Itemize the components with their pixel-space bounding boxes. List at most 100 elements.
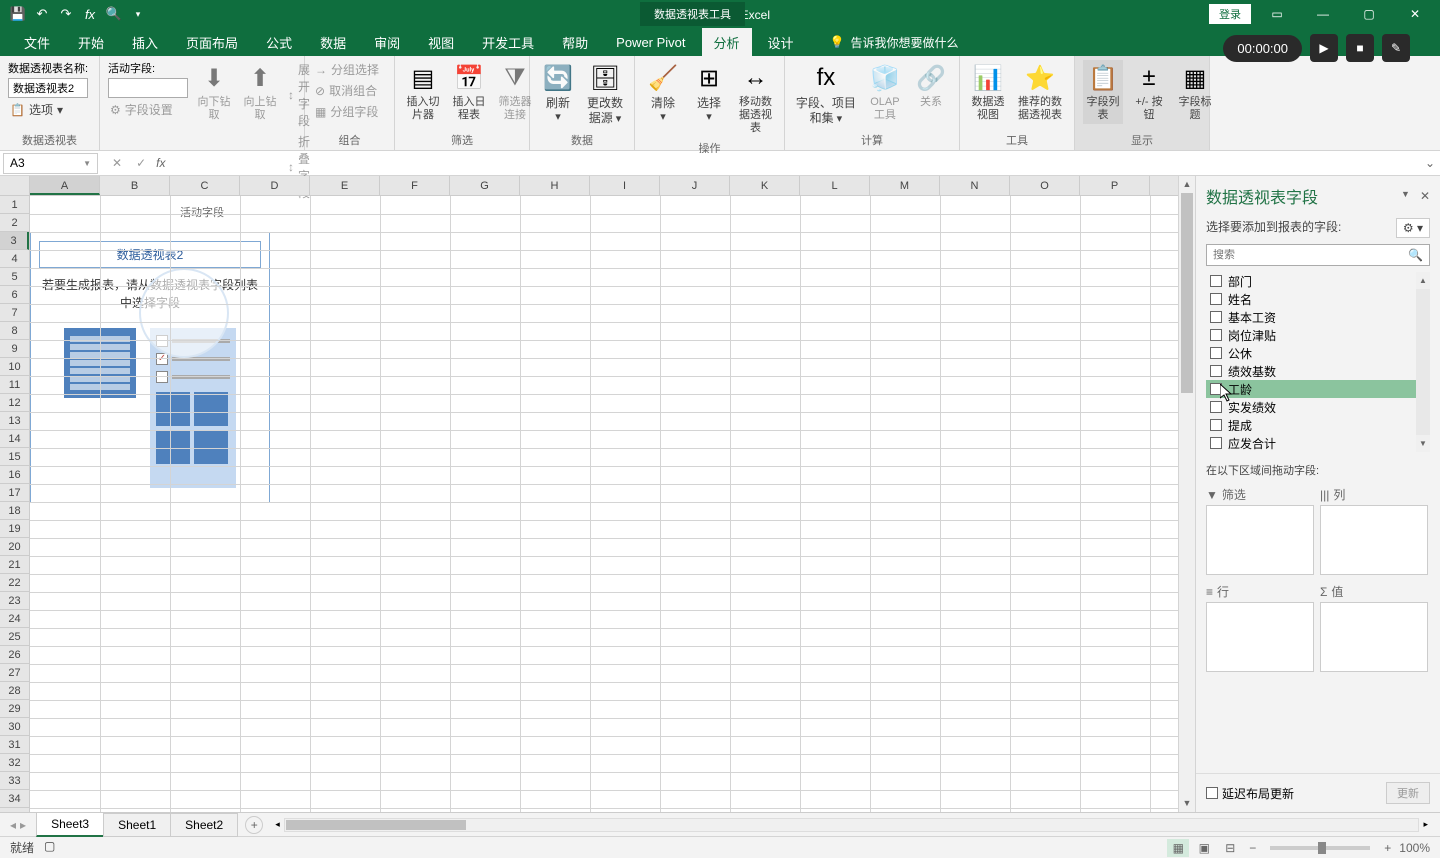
confirm-icon[interactable]: ✓ — [132, 156, 150, 170]
tab-review[interactable]: 审阅 — [362, 27, 412, 58]
col-header-C[interactable]: C — [170, 176, 240, 195]
pivotchart-button[interactable]: 📊数据透视图 — [968, 60, 1008, 124]
horizontal-scrollbar[interactable]: ◂ ▸ — [263, 818, 1440, 832]
name-box[interactable]: A3▼ — [3, 153, 98, 174]
tab-page-layout[interactable]: 页面布局 — [174, 27, 250, 58]
row-header-26[interactable]: 26 — [0, 646, 29, 664]
sheet-tab-2[interactable]: Sheet2 — [170, 813, 238, 837]
tab-view[interactable]: 视图 — [416, 27, 466, 58]
normal-view-icon[interactable]: ▦ — [1167, 839, 1189, 857]
select-all-corner[interactable] — [0, 176, 30, 195]
drilldown-button[interactable]: ⬇向下钻取 — [194, 60, 234, 124]
field-item-7[interactable]: 实发绩效 — [1206, 398, 1430, 416]
col-header-L[interactable]: L — [800, 176, 870, 195]
zoom-level[interactable]: 100% — [1399, 841, 1430, 855]
field-item-0[interactable]: 部门 — [1206, 272, 1430, 290]
scroll-up-icon[interactable]: ▲ — [1179, 176, 1195, 193]
row-header-31[interactable]: 31 — [0, 736, 29, 754]
row-header-6[interactable]: 6 — [0, 286, 29, 304]
preview-icon[interactable]: 🔍 — [106, 6, 122, 22]
defer-update-checkbox[interactable]: 延迟布局更新 — [1206, 785, 1294, 802]
group-field-button[interactable]: ▦分组字段 — [313, 102, 381, 121]
refresh-button[interactable]: 🔄刷新▾ — [538, 60, 578, 126]
clear-button[interactable]: 🧹清除▾ — [643, 60, 683, 126]
row-header-18[interactable]: 18 — [0, 502, 29, 520]
field-item-5[interactable]: 绩效基数 — [1206, 362, 1430, 380]
col-header-M[interactable]: M — [870, 176, 940, 195]
fx-icon[interactable]: fx — [82, 6, 98, 22]
row-header-10[interactable]: 10 — [0, 358, 29, 376]
tab-analyze[interactable]: 分析 — [702, 27, 752, 58]
row-header-19[interactable]: 19 — [0, 520, 29, 538]
drillup-button[interactable]: ⬆向上钻取 — [240, 60, 280, 124]
row-header-30[interactable]: 30 — [0, 718, 29, 736]
tab-design[interactable]: 设计 — [756, 27, 806, 58]
row-header-21[interactable]: 21 — [0, 556, 29, 574]
maximize-icon[interactable]: ▢ — [1349, 0, 1389, 28]
scroll-down-icon[interactable]: ▼ — [1179, 795, 1195, 812]
play-button[interactable]: ▶ — [1310, 34, 1338, 62]
row-header-25[interactable]: 25 — [0, 628, 29, 646]
field-item-3[interactable]: 岗位津贴 — [1206, 326, 1430, 344]
col-header-P[interactable]: P — [1080, 176, 1150, 195]
search-input[interactable] — [1213, 249, 1408, 261]
row-header-32[interactable]: 32 — [0, 754, 29, 772]
formula-expand-icon[interactable]: ⌄ — [1420, 156, 1440, 170]
field-item-6[interactable]: 工龄▼ — [1206, 380, 1430, 398]
ungroup-button[interactable]: ⊘取消组合 — [313, 81, 381, 100]
fieldlist-button[interactable]: 📋字段列表 — [1083, 60, 1123, 124]
calc-fields-button[interactable]: fx字段、项目和集 ▾ — [793, 60, 859, 128]
cancel-icon[interactable]: ✕ — [108, 156, 126, 170]
tab-home[interactable]: 开始 — [66, 27, 116, 58]
col-header-F[interactable]: F — [380, 176, 450, 195]
checkbox-icon[interactable] — [1210, 275, 1222, 287]
redo-icon[interactable]: ↷ — [58, 6, 74, 22]
field-search[interactable]: 🔍 — [1206, 244, 1430, 266]
relation-button[interactable]: 🔗关系 — [911, 60, 951, 111]
row-header-5[interactable]: 5 — [0, 268, 29, 286]
row-header-9[interactable]: 9 — [0, 340, 29, 358]
headers-button[interactable]: ▦字段标题 — [1175, 60, 1215, 124]
row-zone[interactable]: ≡行 — [1206, 581, 1314, 672]
pivot-name-input[interactable] — [8, 78, 88, 98]
tab-insert[interactable]: 插入 — [120, 27, 170, 58]
col-header-O[interactable]: O — [1010, 176, 1080, 195]
move-button[interactable]: ↔移动数据透视表 — [735, 60, 776, 138]
stop-button[interactable]: ■ — [1346, 34, 1374, 62]
row-header-24[interactable]: 24 — [0, 610, 29, 628]
col-header-E[interactable]: E — [310, 176, 380, 195]
sheet-nav-prev-icon[interactable]: ▸ — [20, 818, 26, 832]
checkbox-icon[interactable] — [1210, 293, 1222, 305]
login-button[interactable]: 登录 — [1209, 4, 1251, 24]
column-zone[interactable]: |||列 — [1320, 484, 1428, 575]
update-button[interactable]: 更新 — [1386, 782, 1430, 804]
row-header-12[interactable]: 12 — [0, 394, 29, 412]
close-pane-icon[interactable]: ✕ — [1420, 189, 1430, 203]
close-icon[interactable]: ✕ — [1395, 0, 1435, 28]
options-button[interactable]: 📋选项 ▾ — [8, 100, 65, 119]
row-header-16[interactable]: 16 — [0, 466, 29, 484]
sheet-tab-3[interactable]: Sheet3 — [36, 812, 104, 837]
minimize-icon[interactable]: — — [1303, 0, 1343, 28]
row-header-28[interactable]: 28 — [0, 682, 29, 700]
tab-formula[interactable]: 公式 — [254, 27, 304, 58]
tab-developer[interactable]: 开发工具 — [470, 27, 546, 58]
checkbox-icon[interactable] — [1210, 419, 1222, 431]
undo-icon[interactable]: ↶ — [34, 6, 50, 22]
row-header-14[interactable]: 14 — [0, 430, 29, 448]
formula-input[interactable] — [181, 153, 1420, 174]
change-datasource-button[interactable]: 🗄更改数据源 ▾ — [584, 60, 626, 128]
checkbox-icon[interactable] — [1210, 311, 1222, 323]
row-header-8[interactable]: 8 — [0, 322, 29, 340]
active-field-input[interactable] — [108, 78, 188, 98]
row-header-29[interactable]: 29 — [0, 700, 29, 718]
row-header-4[interactable]: 4 — [0, 250, 29, 268]
field-item-4[interactable]: 公休 — [1206, 344, 1430, 362]
col-header-H[interactable]: H — [520, 176, 590, 195]
timeline-button[interactable]: 📅插入日程表 — [449, 60, 489, 124]
olap-button[interactable]: 🧊OLAP 工具 — [865, 60, 905, 124]
col-header-J[interactable]: J — [660, 176, 730, 195]
row-header-20[interactable]: 20 — [0, 538, 29, 556]
sheet-nav-first-icon[interactable]: ◂ — [10, 818, 16, 832]
value-zone[interactable]: Σ值 — [1320, 581, 1428, 672]
